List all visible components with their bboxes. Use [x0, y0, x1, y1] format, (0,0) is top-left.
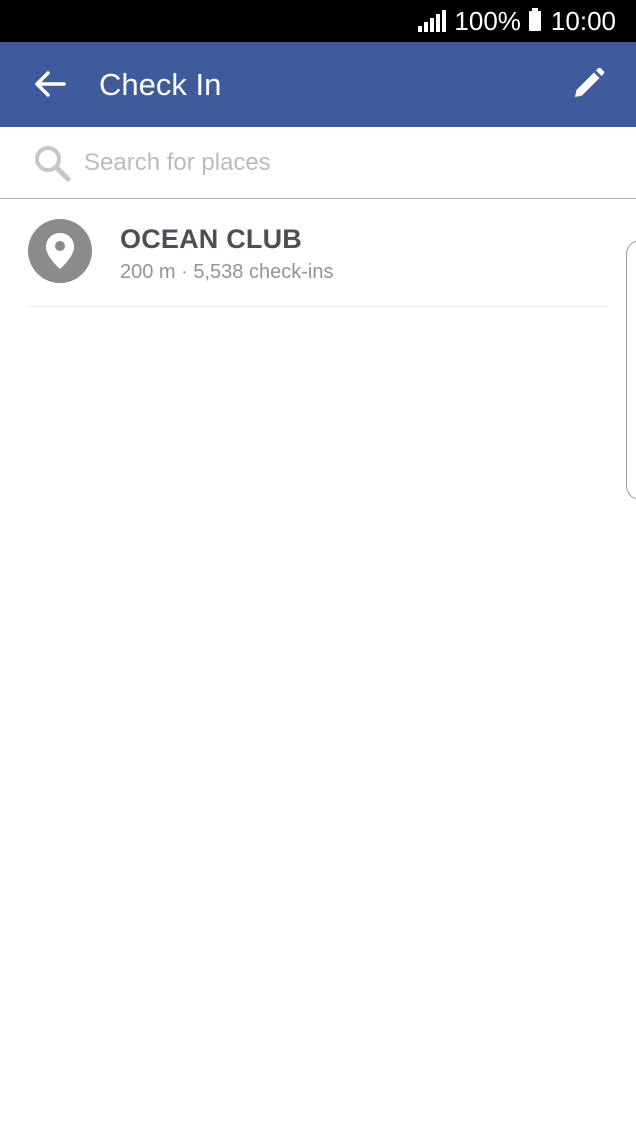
- back-button[interactable]: [30, 64, 70, 104]
- place-name: OCEAN CLUB: [120, 224, 302, 254]
- search-input[interactable]: [84, 143, 584, 183]
- place-avatar: [28, 219, 92, 283]
- signal-icon: [416, 10, 447, 32]
- location-pin-icon: [46, 233, 74, 269]
- pencil-icon: [575, 67, 605, 97]
- status-bar: 100% 10:00: [0, 0, 636, 42]
- battery-percent: 100%: [454, 5, 521, 36]
- place-list-item[interactable]: OCEAN CLUB 200 m · 5,538 check-ins: [28, 199, 608, 307]
- clock: 10:00: [550, 5, 616, 36]
- place-meta: 200 m · 5,538 check-ins: [120, 261, 334, 283]
- edit-button[interactable]: [568, 64, 608, 104]
- check-in-screen: 100% 10:00 Check In Search for places OC…: [0, 0, 636, 1130]
- edge-panel-handle[interactable]: [626, 240, 636, 500]
- place-list: OCEAN CLUB 200 m · 5,538 check-ins: [0, 199, 636, 307]
- app-bar: Check In: [0, 42, 636, 127]
- arrow-left-icon: [35, 71, 66, 97]
- search-bar: [0, 127, 636, 199]
- search-icon: [35, 146, 71, 182]
- battery-icon: [528, 8, 541, 31]
- page-title: Check In: [99, 67, 222, 102]
